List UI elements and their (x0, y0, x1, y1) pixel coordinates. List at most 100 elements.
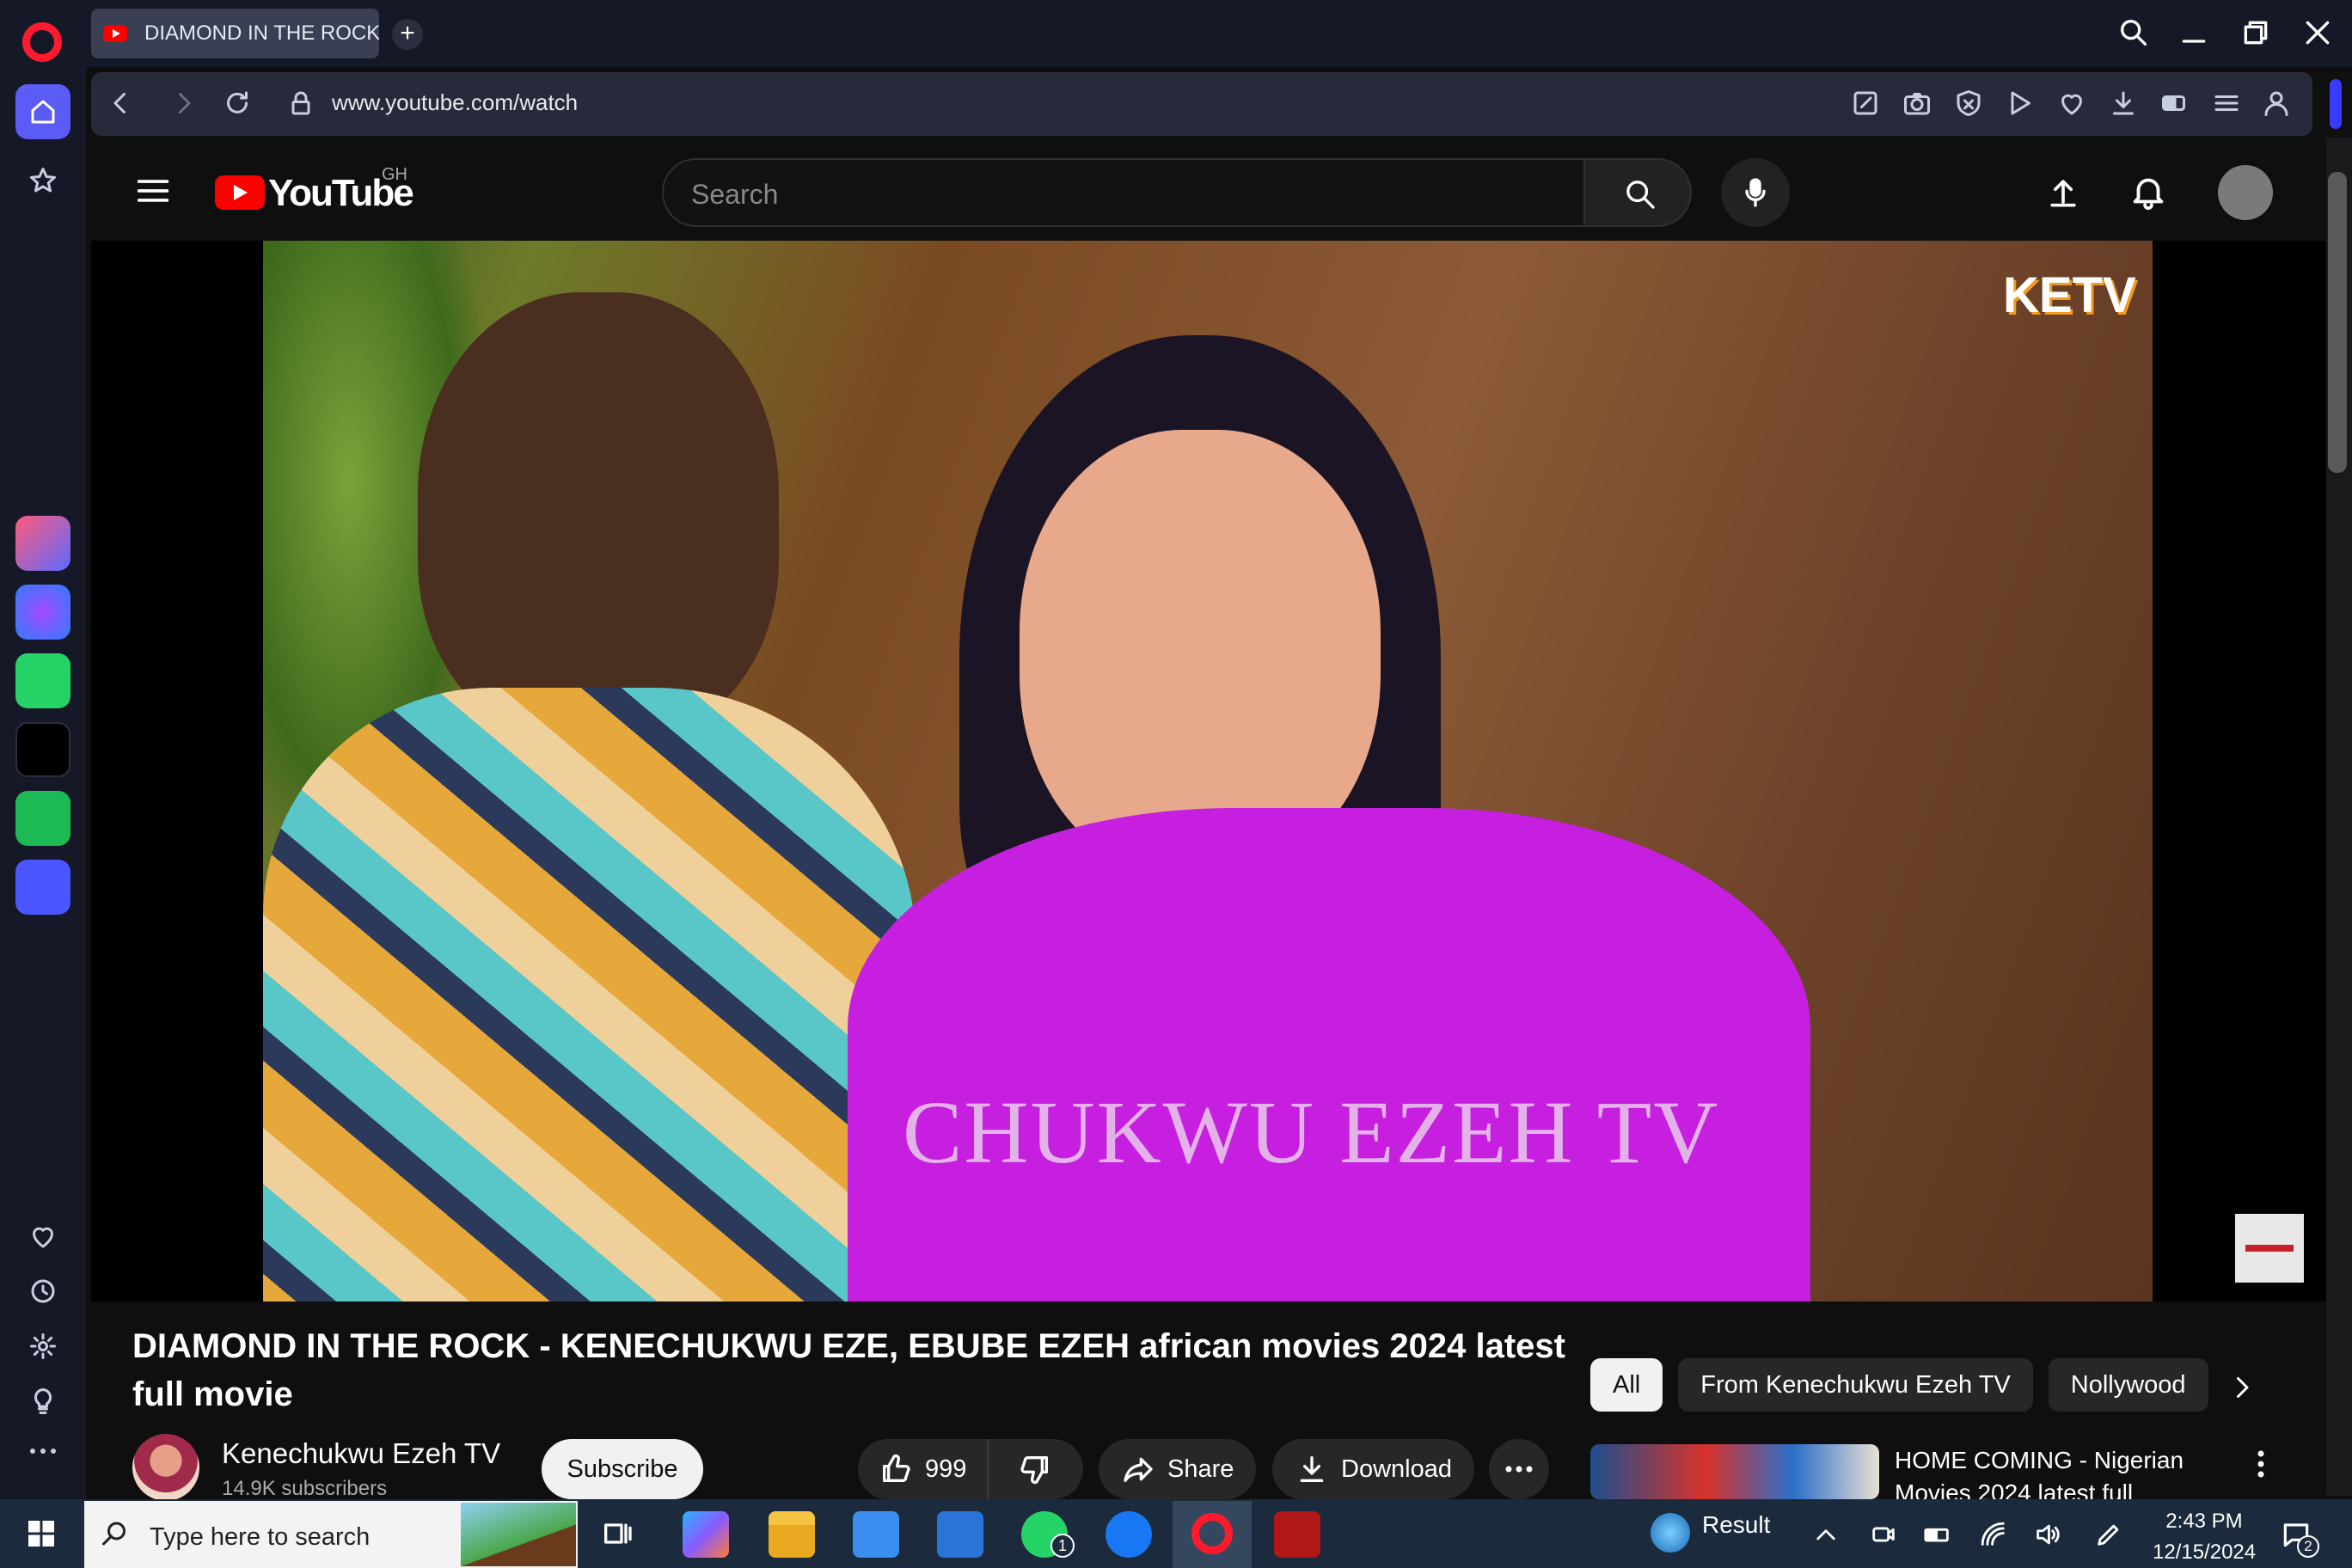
meet-now-icon[interactable] (1869, 1520, 1898, 1549)
clock-date: 12/15/2024 (2153, 1540, 2257, 1564)
new-tab-button[interactable]: + (392, 19, 423, 50)
settings-icon[interactable] (28, 1331, 58, 1362)
actress-top-shape (848, 808, 1810, 1302)
weather-widget-icon[interactable] (1651, 1513, 1690, 1553)
search-icon (1626, 181, 1655, 209)
recommendation-chips: All From Kenechukwu Ezeh TV Nollywood (1590, 1358, 2208, 1412)
share-icon (1124, 1457, 1153, 1482)
hamburger-menu-icon[interactable] (134, 174, 172, 208)
more-icon[interactable] (28, 1444, 58, 1458)
search-icon[interactable] (2116, 15, 2151, 50)
account-avatar[interactable] (2218, 165, 2273, 220)
clock-time: 2:43 PM (2165, 1510, 2243, 1533)
voice-search-button[interactable] (1721, 158, 1790, 227)
mail-icon[interactable] (937, 1511, 983, 1558)
reload-icon[interactable] (222, 88, 253, 119)
actor-head-shape (418, 292, 779, 739)
opera-taskbar-active[interactable] (1173, 1501, 1252, 1568)
spotify-app-icon[interactable] (15, 791, 70, 846)
edit-icon[interactable] (1850, 88, 1881, 119)
chip-all[interactable]: All (1590, 1358, 1663, 1412)
chevron-right-icon[interactable] (2226, 1372, 2257, 1403)
like-button[interactable]: 999 (858, 1439, 989, 1499)
windows-start-icon[interactable] (26, 1518, 57, 1549)
search-button[interactable] (1583, 158, 1692, 227)
close-icon[interactable] (2300, 15, 2335, 50)
channel-name[interactable]: Kenechukwu Ezeh TV (222, 1437, 500, 1470)
star-icon (30, 168, 56, 193)
player-app-icon[interactable] (15, 860, 70, 915)
search-input[interactable]: Search (662, 158, 1585, 227)
video-text-watermark: CHUKWU EZEH TV (903, 1083, 1720, 1182)
shield-icon[interactable] (1953, 88, 1984, 119)
messenger-app-icon[interactable] (15, 585, 70, 640)
speed-dial-button[interactable] (15, 153, 70, 208)
heart-icon[interactable] (2056, 88, 2087, 119)
video-title: DIAMOND IN THE ROCK - KENECHUKWU EZE, EB… (132, 1327, 1565, 1413)
download-icon (1300, 1456, 1324, 1482)
subscriber-count: 14.9K subscribers (222, 1477, 388, 1500)
more-actions-button[interactable] (1489, 1439, 1549, 1499)
heart-icon[interactable] (28, 1221, 58, 1252)
restore-icon[interactable] (2239, 15, 2273, 50)
bible-app-icon[interactable] (1274, 1511, 1320, 1558)
facebook-icon[interactable] (1106, 1511, 1152, 1558)
share-button[interactable]: Share (1099, 1439, 1257, 1499)
up-next-thumbnail[interactable] (1590, 1444, 1879, 1499)
profile-icon[interactable] (2261, 88, 2292, 119)
download-icon[interactable] (2108, 88, 2139, 119)
channel-watermark-logo: KETV (2003, 267, 2136, 323)
history-icon[interactable] (28, 1276, 58, 1307)
weather-label[interactable]: Result (1702, 1511, 1770, 1539)
camera-icon[interactable] (1902, 88, 1932, 119)
scrollbar-thumb[interactable] (2328, 172, 2347, 473)
url-text[interactable]: www.youtube.com/watch (332, 89, 578, 116)
subscribe-button[interactable]: Subscribe (542, 1439, 703, 1499)
minimize-icon[interactable] (2177, 15, 2211, 50)
search-highlight-image[interactable] (461, 1503, 576, 1566)
whatsapp-app-icon[interactable] (15, 653, 70, 708)
opera-logo-icon[interactable] (22, 22, 62, 62)
download-button[interactable]: Download (1272, 1439, 1474, 1499)
like-count: 999 (925, 1455, 967, 1483)
download-label: Download (1341, 1455, 1452, 1483)
country-code: GH (382, 165, 407, 184)
tiktok-app-icon[interactable] (15, 722, 70, 777)
volume-icon[interactable] (2032, 1520, 2063, 1549)
chip-from-channel[interactable]: From Kenechukwu Ezeh TV (1678, 1358, 2033, 1412)
lock-icon (291, 91, 310, 115)
clock[interactable]: 2:43 PM 12/15/2024 (2153, 1506, 2256, 1568)
task-view-icon[interactable] (600, 1516, 634, 1551)
search-icon (102, 1522, 126, 1546)
chip-nollywood[interactable]: Nollywood (2048, 1358, 2208, 1412)
share-label: Share (1167, 1455, 1234, 1483)
whatsapp-badge: 1 (1050, 1534, 1075, 1558)
home-button[interactable] (15, 84, 70, 139)
lightbulb-icon[interactable] (28, 1386, 58, 1417)
channel-avatar[interactable] (132, 1434, 199, 1501)
menu-icon[interactable] (2211, 88, 2242, 119)
copilot-icon[interactable] (683, 1511, 729, 1558)
thumbs-down-icon (1020, 1456, 1049, 1485)
microphone-icon (1745, 178, 1766, 207)
more-vertical-icon[interactable] (2256, 1449, 2266, 1479)
notification-bell-icon[interactable] (2128, 172, 2168, 211)
upload-icon[interactable] (2044, 174, 2082, 211)
play-icon[interactable] (2005, 88, 2036, 119)
chevron-up-icon[interactable] (1812, 1522, 1840, 1549)
file-explorer-icon[interactable] (769, 1511, 815, 1558)
tab-active[interactable]: DIAMOND IN THE ROCK (91, 9, 379, 58)
dislike-button[interactable] (1001, 1452, 1052, 1486)
aria-app-icon[interactable] (15, 516, 70, 571)
microsoft-store-icon[interactable] (853, 1511, 899, 1558)
forward-icon[interactable] (168, 88, 199, 119)
youtube-logo-icon[interactable] (215, 175, 265, 210)
sidebar-toggle[interactable] (2330, 79, 2342, 129)
up-next-title[interactable]: HOME COMING - Nigerian Movies 2024 lates… (1895, 1444, 2204, 1499)
back-icon[interactable] (105, 88, 136, 119)
branding-thumbnail[interactable] (2235, 1214, 2304, 1283)
wifi-icon[interactable] (1979, 1520, 2008, 1549)
battery-icon[interactable] (1922, 1520, 1953, 1549)
battery-icon[interactable] (2159, 88, 2190, 119)
pen-icon[interactable] (2094, 1520, 2123, 1549)
